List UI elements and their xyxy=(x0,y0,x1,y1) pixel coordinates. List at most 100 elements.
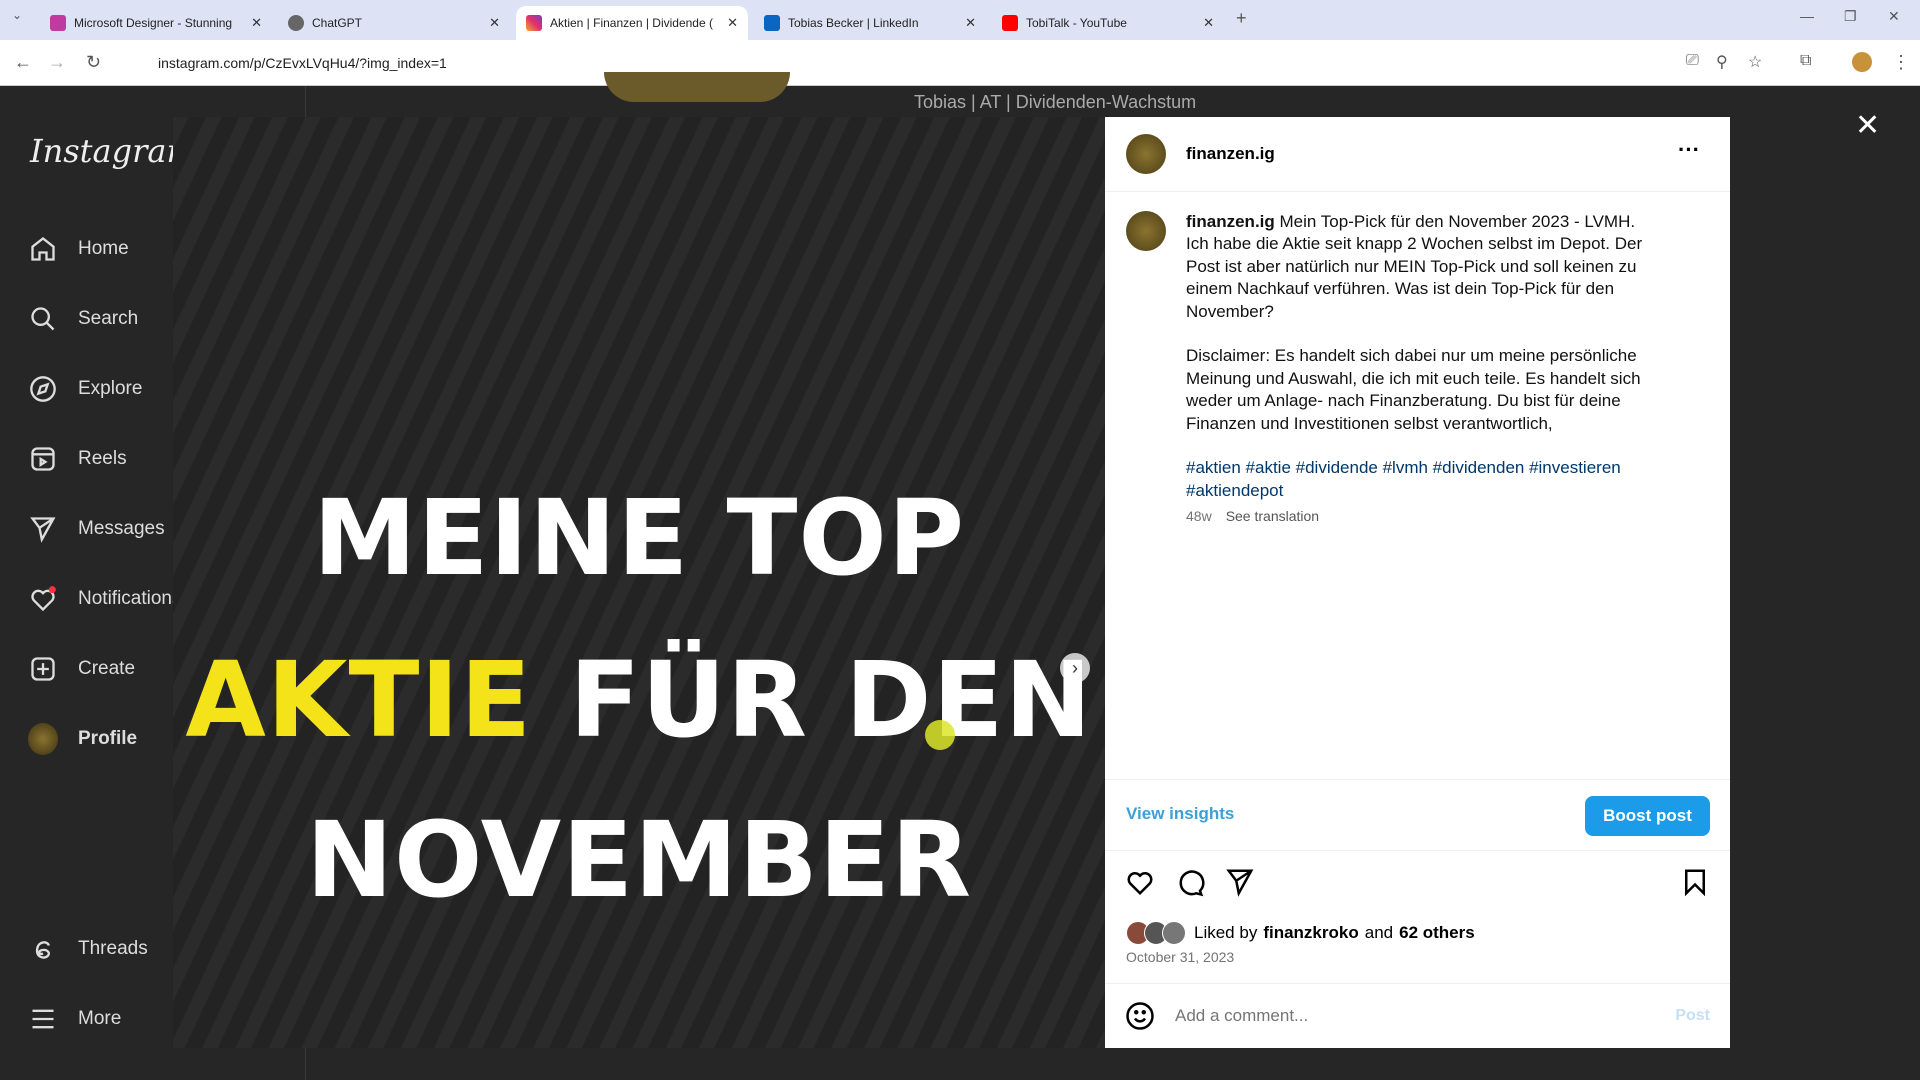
caption: finanzen.ig Mein Top-Pick für den Novemb… xyxy=(1126,211,1686,524)
sidebar-item-more[interactable]: More xyxy=(28,1004,121,1034)
sidebar-item-home[interactable]: Home xyxy=(28,234,129,264)
post-comment-button[interactable]: Post xyxy=(1675,1007,1710,1025)
close-tab-icon[interactable]: ✕ xyxy=(727,15,738,31)
post-details-panel: finanzen.ig ··· finanzen.ig Mein Top-Pic… xyxy=(1105,117,1730,1048)
instagram-page: Tobias | AT | Dividenden-Wachstum Instag… xyxy=(0,72,1920,1080)
liked-by-user-link[interactable]: finanzkroko xyxy=(1263,923,1358,943)
share-icon[interactable] xyxy=(1225,867,1255,897)
browser-tab[interactable]: TobiTalk - YouTube ✕ xyxy=(992,6,1224,40)
close-modal-icon[interactable]: ✕ xyxy=(1855,108,1880,143)
sidebar-label: Search xyxy=(78,308,139,329)
next-slide-button[interactable]: › xyxy=(1060,653,1090,683)
sidebar-label: Reels xyxy=(78,448,127,469)
close-tab-icon[interactable]: ✕ xyxy=(251,15,262,31)
back-button[interactable]: ← xyxy=(14,52,32,73)
chatgpt-icon xyxy=(288,15,304,31)
sidebar-item-search[interactable]: Search xyxy=(28,304,138,334)
sidebar-label: More xyxy=(78,1008,122,1029)
restore-button[interactable]: ❐ xyxy=(1844,8,1857,25)
home-icon xyxy=(28,234,58,264)
new-tab-button[interactable]: + xyxy=(1236,8,1247,29)
browser-tab-active[interactable]: Aktien | Finanzen | Dividende ( ✕ xyxy=(516,6,748,40)
close-window-button[interactable]: ✕ xyxy=(1888,8,1900,25)
post-actions xyxy=(1125,851,1710,901)
likes-summary: Liked by finanzkroko and 62 others xyxy=(1126,921,1475,945)
heart-icon xyxy=(28,584,58,614)
liked-by-label: Liked by xyxy=(1194,923,1258,942)
view-insights-link[interactable]: View insights xyxy=(1126,804,1234,824)
post-age: 48w xyxy=(1186,508,1212,525)
boost-post-button[interactable]: Boost post xyxy=(1585,796,1710,836)
emoji-icon[interactable] xyxy=(1125,1001,1155,1031)
url-bar[interactable]: instagram.com/p/CzEvxLVqHu4/?img_index=1 xyxy=(124,46,1684,80)
url-text: instagram.com/p/CzEvxLVqHu4/?img_index=1 xyxy=(158,55,447,71)
image-headline-line1: MEINE TOP xyxy=(312,477,966,599)
sidebar-item-notifications[interactable]: Notifications xyxy=(28,584,182,614)
more-options-icon[interactable]: ··· xyxy=(1678,137,1700,163)
sidebar-label: Home xyxy=(78,238,129,259)
liked-by-and: and xyxy=(1364,923,1394,942)
comment-input[interactable] xyxy=(1175,1006,1655,1026)
see-translation-link[interactable]: See translation xyxy=(1226,508,1319,524)
browser-tab-strip: ⌄ Microsoft Designer - Stunning ✕ ChatGPT… xyxy=(0,0,1920,40)
youtube-icon xyxy=(1002,15,1018,31)
close-tab-icon[interactable]: ✕ xyxy=(489,15,500,31)
avatar xyxy=(28,723,58,755)
install-icon[interactable]: ⎚ xyxy=(1686,52,1699,70)
address-bar-row: ← → ↻ instagram.com/p/CzEvxLVqHu4/?img_i… xyxy=(0,40,1920,86)
sidebar-label: Notifications xyxy=(78,588,182,609)
browser-tab[interactable]: Microsoft Designer - Stunning ✕ xyxy=(40,6,272,40)
post-date: October 31, 2023 xyxy=(1126,949,1235,965)
browser-tab[interactable]: Tobias Becker | LinkedIn ✕ xyxy=(754,6,986,40)
image-headline-line3: NOVEMBER xyxy=(305,799,973,921)
post-header: finanzen.ig ··· xyxy=(1105,117,1730,192)
tab-title: Aktien | Finanzen | Dividende ( xyxy=(550,16,713,30)
caption-username[interactable]: finanzen.ig xyxy=(1186,212,1275,231)
extensions-icon[interactable]: ⧉ xyxy=(1800,52,1811,70)
reload-button[interactable]: ↻ xyxy=(86,52,101,73)
menu-icon xyxy=(28,1004,58,1034)
sidebar-item-create[interactable]: Create xyxy=(28,654,135,684)
mouse-cursor-highlight xyxy=(925,720,955,750)
zoom-icon[interactable]: ⚲ xyxy=(1716,52,1728,72)
tab-title: Microsoft Designer - Stunning xyxy=(74,16,233,30)
close-tab-icon[interactable]: ✕ xyxy=(1203,15,1214,31)
liker-avatars xyxy=(1126,921,1186,945)
profile-avatar[interactable] xyxy=(1852,52,1872,72)
sidebar-item-profile[interactable]: Profile xyxy=(28,723,137,755)
image-headline-highlight: AKTIE xyxy=(185,639,533,761)
tab-search-button[interactable]: ⌄ xyxy=(12,8,22,22)
sidebar-item-explore[interactable]: Explore xyxy=(28,374,142,404)
designer-icon xyxy=(50,15,66,31)
bookmark-star-icon[interactable]: ☆ xyxy=(1748,52,1762,72)
caption-hashtags[interactable]: #aktien #aktie #dividende #lvmh #dividen… xyxy=(1186,458,1625,499)
sidebar-label: Threads xyxy=(78,938,148,959)
like-heart-icon[interactable] xyxy=(1125,867,1155,897)
sidebar-label: Explore xyxy=(78,378,143,399)
avatar[interactable] xyxy=(1126,211,1166,251)
sidebar-item-reels[interactable]: Reels xyxy=(28,444,127,474)
image-headline-line2: FÜR DEN xyxy=(532,639,1093,761)
browser-menu-icon[interactable]: ⋮ xyxy=(1892,52,1910,73)
sidebar-item-threads[interactable]: Threads xyxy=(28,934,148,964)
forward-button[interactable]: → xyxy=(48,52,66,73)
likes-count-link[interactable]: 62 others xyxy=(1399,923,1475,943)
sidebar-item-messages[interactable]: Messages xyxy=(28,514,165,544)
comment-icon[interactable] xyxy=(1175,867,1205,897)
background-profile-picture xyxy=(604,72,790,102)
threads-icon xyxy=(28,934,58,964)
instagram-logo[interactable]: Instagram xyxy=(30,132,197,170)
instagram-icon xyxy=(526,15,542,31)
post-username[interactable]: finanzen.ig xyxy=(1186,144,1275,164)
minimize-button[interactable]: — xyxy=(1800,8,1814,24)
save-bookmark-icon[interactable] xyxy=(1680,867,1710,897)
tab-title: TobiTalk - YouTube xyxy=(1026,16,1127,30)
background-profile-name: Tobias | AT | Dividenden-Wachstum xyxy=(914,92,1197,112)
linkedin-icon xyxy=(764,15,780,31)
avatar[interactable] xyxy=(1126,134,1166,174)
insights-bar: View insights Boost post xyxy=(1105,779,1730,851)
browser-tab[interactable]: ChatGPT ✕ xyxy=(278,6,510,40)
reels-icon xyxy=(28,444,58,474)
close-tab-icon[interactable]: ✕ xyxy=(965,15,976,31)
plus-square-icon xyxy=(28,654,58,684)
